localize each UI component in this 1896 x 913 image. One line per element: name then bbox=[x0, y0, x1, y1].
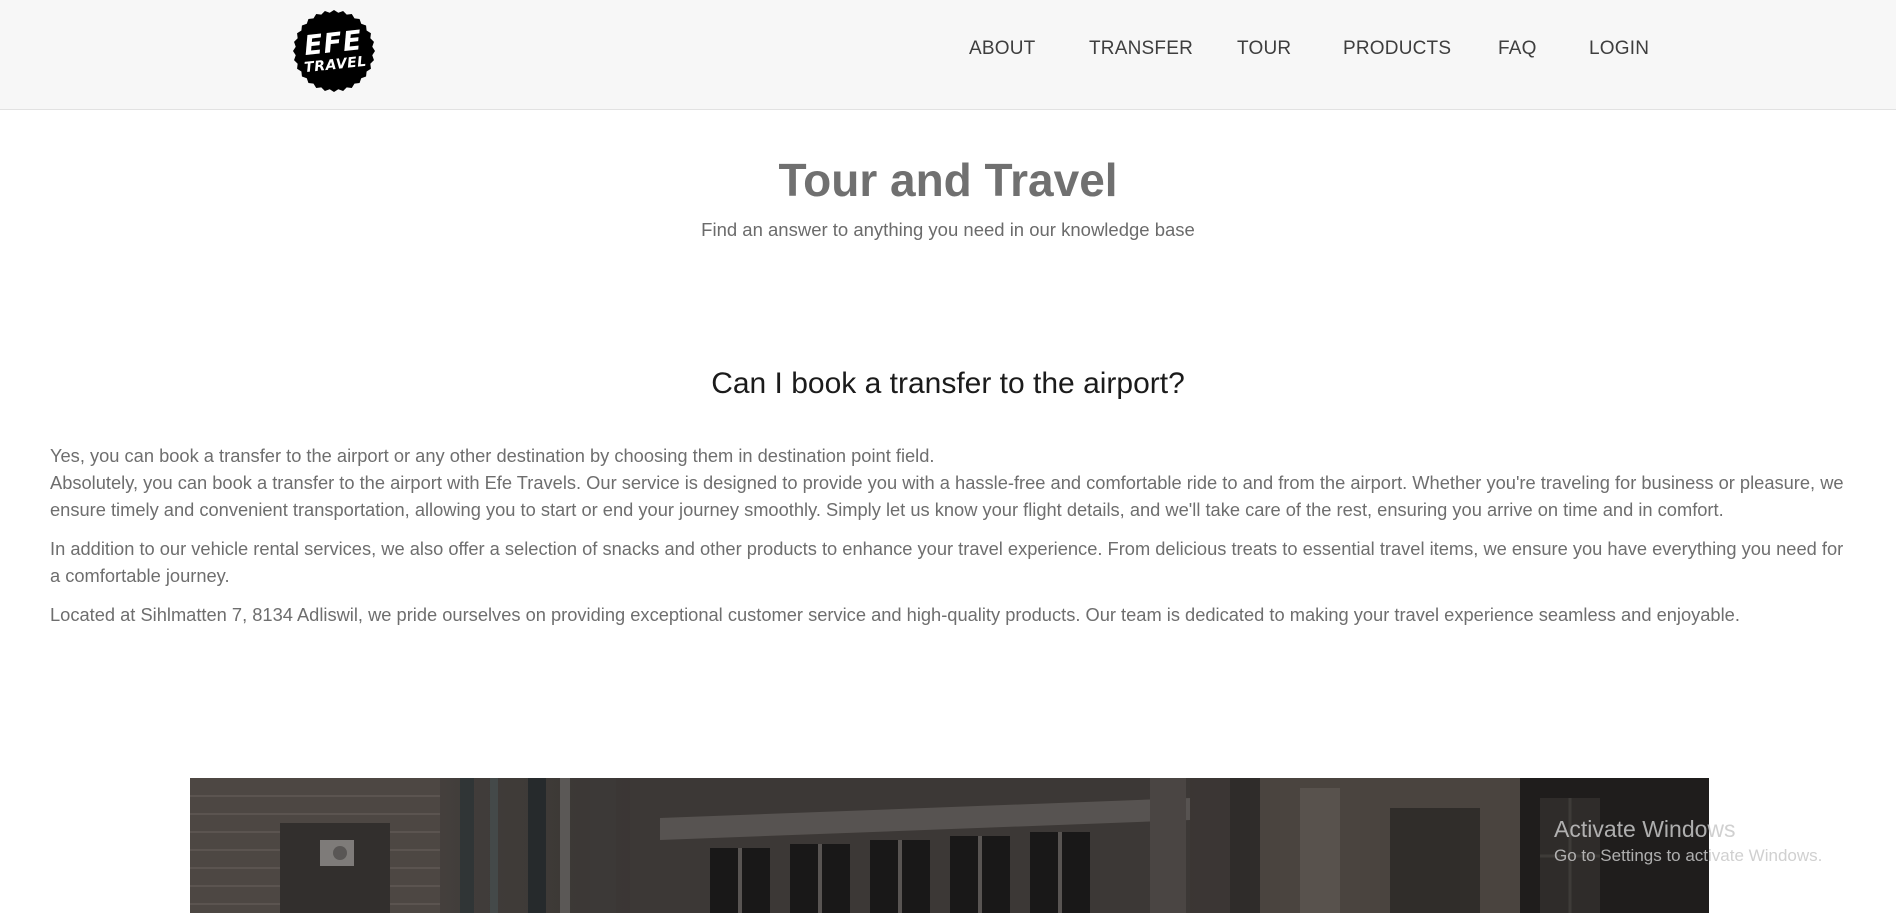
building-photo-illustration bbox=[190, 778, 1709, 913]
faq-answer-long: Absolutely, you can book a transfer to t… bbox=[50, 472, 1844, 520]
faq-answer-paragraph-1: Yes, you can book a transfer to the airp… bbox=[50, 442, 1858, 523]
nav-about-link[interactable]: ABOUT bbox=[969, 38, 1035, 60]
nav-transfer-link[interactable]: TRANSFER bbox=[1089, 38, 1193, 60]
faq-answer-paragraph-3: Located at Sihlmatten 7, 8134 Adliswil, … bbox=[50, 604, 1740, 625]
nav-products-link[interactable]: PRODUCTS bbox=[1343, 38, 1451, 60]
building-photo bbox=[190, 778, 1709, 913]
faq-answer: Yes, you can book a transfer to the airp… bbox=[50, 442, 1858, 640]
nav-faq-link[interactable]: FAQ bbox=[1498, 38, 1537, 60]
nav-tour-link[interactable]: TOUR bbox=[1237, 38, 1291, 60]
faq-question: Can I book a transfer to the airport? bbox=[711, 367, 1185, 400]
nav-login-link[interactable]: LOGIN bbox=[1589, 38, 1649, 60]
faq-answer-paragraph-2: In addition to our vehicle rental servic… bbox=[50, 538, 1844, 586]
faq-answer-short: Yes, you can book a transfer to the airp… bbox=[50, 445, 935, 466]
main-nav: ABOUT TRANSFER TOUR PRODUCTS FAQ LOGIN bbox=[0, 38, 1896, 62]
page-subtitle: Find an answer to anything you need in o… bbox=[701, 219, 1195, 240]
page-title: Tour and Travel bbox=[778, 154, 1118, 206]
site-header: EFE TRAVEL ABOUT TRANSFER TOUR PRODUCTS … bbox=[0, 0, 1896, 110]
